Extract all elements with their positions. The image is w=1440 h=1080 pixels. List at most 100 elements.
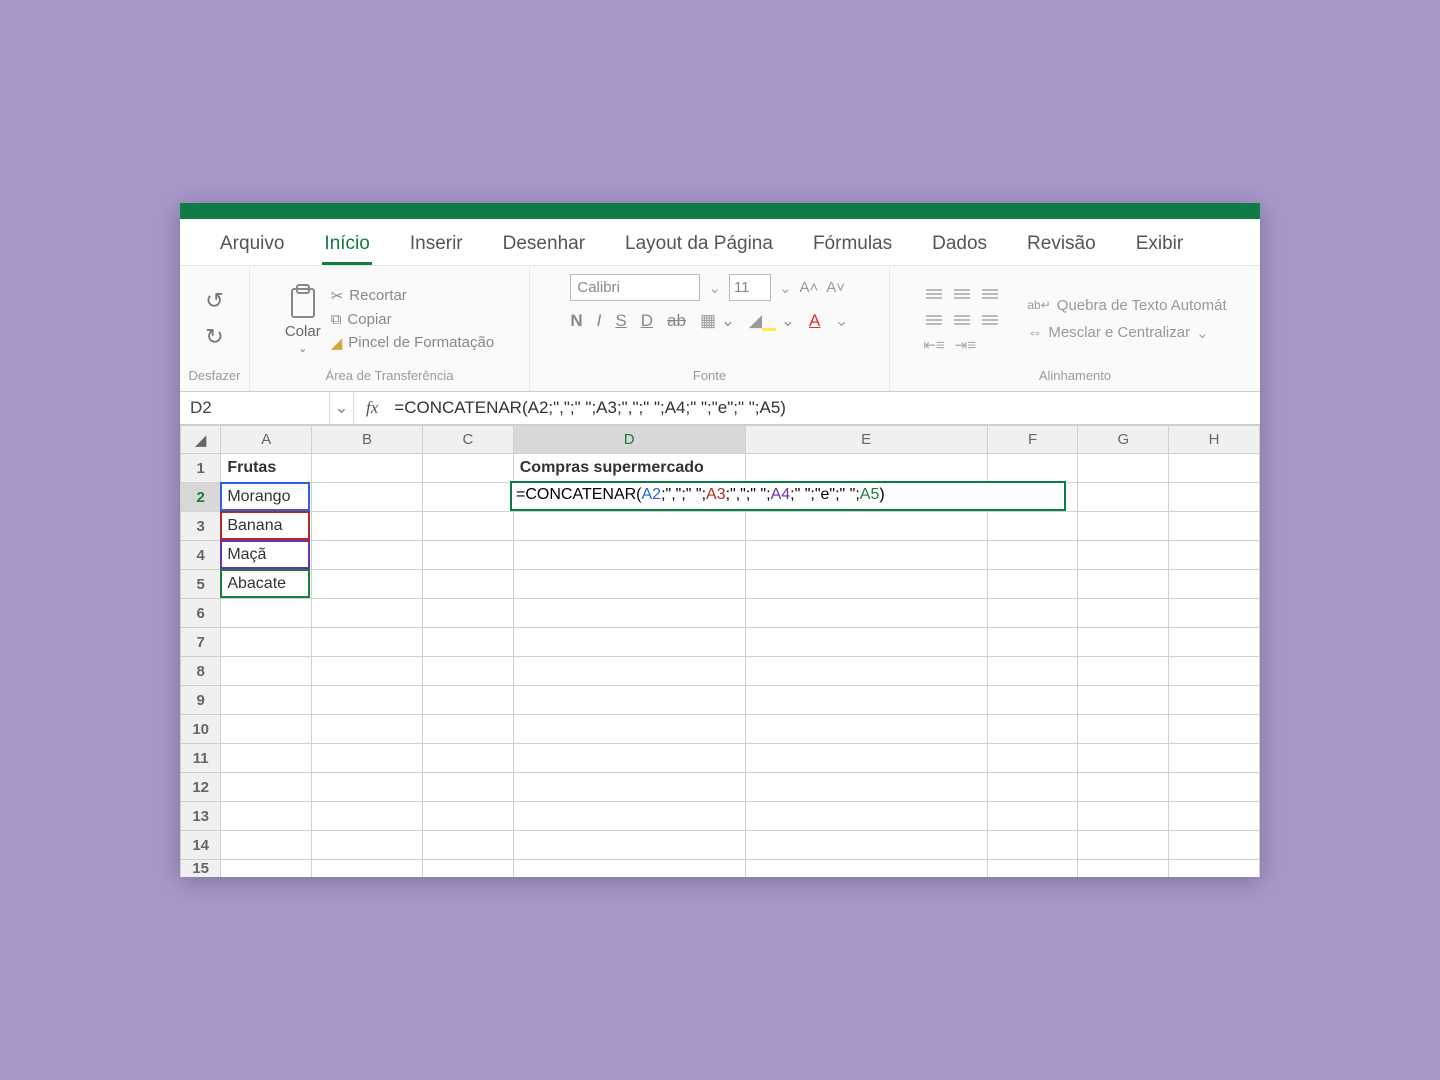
grow-font-button[interactable]: A˄ bbox=[800, 279, 819, 296]
increase-indent-button[interactable]: ⇥≡ bbox=[955, 336, 976, 354]
cell[interactable] bbox=[1078, 715, 1169, 744]
cell[interactable] bbox=[221, 860, 312, 878]
row-header[interactable]: 8 bbox=[181, 657, 221, 686]
cell[interactable] bbox=[1078, 831, 1169, 860]
cell[interactable] bbox=[745, 831, 987, 860]
cell[interactable] bbox=[312, 744, 423, 773]
cell[interactable] bbox=[513, 657, 745, 686]
cell[interactable] bbox=[745, 570, 987, 599]
cell[interactable] bbox=[423, 454, 514, 483]
cell[interactable] bbox=[745, 657, 987, 686]
cell[interactable] bbox=[221, 831, 312, 860]
col-header-G[interactable]: G bbox=[1078, 426, 1169, 454]
cell[interactable] bbox=[1078, 657, 1169, 686]
cell[interactable] bbox=[221, 686, 312, 715]
cell[interactable] bbox=[423, 599, 514, 628]
row-header[interactable]: 6 bbox=[181, 599, 221, 628]
cut-button[interactable]: ✂Recortar bbox=[331, 287, 494, 305]
cell[interactable] bbox=[423, 715, 514, 744]
font-size-input[interactable] bbox=[729, 274, 771, 301]
cell[interactable] bbox=[1169, 773, 1260, 802]
cell[interactable] bbox=[1169, 860, 1260, 878]
cell[interactable] bbox=[1078, 773, 1169, 802]
redo-icon[interactable]: ↻ bbox=[205, 324, 223, 350]
align-buttons[interactable] bbox=[923, 284, 1001, 330]
cell[interactable] bbox=[423, 570, 514, 599]
name-box-dropdown[interactable]: ⌄ bbox=[330, 392, 354, 424]
row-header[interactable]: 7 bbox=[181, 628, 221, 657]
chevron-down-icon[interactable]: ⌄ bbox=[834, 311, 848, 331]
cell[interactable] bbox=[745, 773, 987, 802]
cell[interactable] bbox=[312, 773, 423, 802]
cell[interactable] bbox=[745, 744, 987, 773]
cell[interactable] bbox=[1169, 628, 1260, 657]
cell[interactable] bbox=[221, 628, 312, 657]
row-header[interactable]: 1 bbox=[181, 454, 221, 483]
col-header-F[interactable]: F bbox=[987, 426, 1078, 454]
cell[interactable] bbox=[312, 686, 423, 715]
borders-button[interactable]: ▦ ⌄ bbox=[700, 311, 735, 331]
cell[interactable]: Abacate bbox=[221, 570, 312, 599]
format-painter-button[interactable]: ◢Pincel de Formatação bbox=[331, 334, 494, 352]
cell[interactable] bbox=[221, 657, 312, 686]
wrap-text-button[interactable]: ab↵ Quebra de Texto Automát bbox=[1027, 297, 1226, 314]
italic-button[interactable]: I bbox=[597, 311, 602, 331]
cell[interactable] bbox=[312, 657, 423, 686]
bold-button[interactable]: N bbox=[570, 311, 582, 331]
cell[interactable] bbox=[423, 802, 514, 831]
select-all-corner[interactable]: ◢ bbox=[181, 426, 221, 454]
cell[interactable] bbox=[513, 715, 745, 744]
tab-inicio[interactable]: Início bbox=[304, 229, 389, 265]
cell[interactable] bbox=[987, 454, 1078, 483]
cell[interactable] bbox=[513, 831, 745, 860]
row-header[interactable]: 9 bbox=[181, 686, 221, 715]
cell[interactable] bbox=[221, 599, 312, 628]
cell[interactable] bbox=[1169, 599, 1260, 628]
cell[interactable] bbox=[987, 773, 1078, 802]
cell[interactable] bbox=[312, 483, 423, 512]
cell[interactable] bbox=[221, 773, 312, 802]
cell[interactable] bbox=[423, 831, 514, 860]
cell[interactable] bbox=[745, 541, 987, 570]
row-header[interactable]: 11 bbox=[181, 744, 221, 773]
tab-dados[interactable]: Dados bbox=[912, 229, 1007, 265]
cell[interactable] bbox=[987, 599, 1078, 628]
cell[interactable] bbox=[987, 541, 1078, 570]
cell-editor[interactable]: =CONCATENAR(A2;",";" ";A3;",";" ";A4;" "… bbox=[510, 481, 1066, 511]
cell[interactable]: Maçã bbox=[221, 541, 312, 570]
cell[interactable] bbox=[312, 628, 423, 657]
cell[interactable] bbox=[513, 570, 745, 599]
cell[interactable] bbox=[1169, 570, 1260, 599]
cell[interactable] bbox=[221, 802, 312, 831]
merge-center-button[interactable]: ⇔ Mesclar e Centralizar ⌄ bbox=[1027, 324, 1226, 342]
cell[interactable] bbox=[745, 686, 987, 715]
cell[interactable] bbox=[745, 715, 987, 744]
cell[interactable] bbox=[312, 802, 423, 831]
cell[interactable] bbox=[987, 744, 1078, 773]
cell[interactable] bbox=[1169, 686, 1260, 715]
cell[interactable] bbox=[221, 715, 312, 744]
cell[interactable] bbox=[513, 860, 745, 878]
cell[interactable] bbox=[987, 715, 1078, 744]
cell[interactable] bbox=[312, 715, 423, 744]
cell[interactable] bbox=[987, 860, 1078, 878]
chevron-down-icon[interactable]: ⌄ bbox=[708, 279, 721, 297]
cell[interactable] bbox=[987, 802, 1078, 831]
cell[interactable] bbox=[1169, 483, 1260, 512]
cell[interactable] bbox=[513, 773, 745, 802]
cell[interactable] bbox=[312, 541, 423, 570]
tab-formulas[interactable]: Fórmulas bbox=[793, 229, 912, 265]
cell[interactable] bbox=[1078, 512, 1169, 541]
underline-button[interactable]: S bbox=[615, 311, 626, 331]
cell[interactable] bbox=[513, 541, 745, 570]
strike-button[interactable]: ab bbox=[667, 311, 686, 331]
cell[interactable] bbox=[1169, 541, 1260, 570]
cell[interactable] bbox=[423, 773, 514, 802]
cell[interactable] bbox=[1078, 628, 1169, 657]
cell[interactable] bbox=[987, 686, 1078, 715]
chevron-down-icon[interactable]: ⌄ bbox=[1196, 324, 1209, 342]
cell[interactable]: Banana bbox=[221, 512, 312, 541]
cell[interactable] bbox=[745, 628, 987, 657]
decrease-indent-button[interactable]: ⇤≡ bbox=[923, 336, 944, 354]
cell[interactable] bbox=[1169, 512, 1260, 541]
